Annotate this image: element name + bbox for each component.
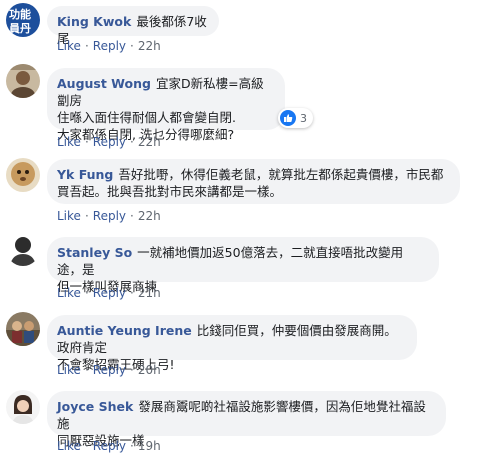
reply-link[interactable]: Reply: [93, 39, 126, 53]
reaction-number: 3: [300, 111, 307, 125]
like-link[interactable]: Like: [57, 209, 81, 223]
comment-author[interactable]: Joyce Shek: [57, 399, 133, 414]
comment-stanley-so: Stanley So 一就補地價加返50億落去，二就直接唔批改變用途，是 但一樣叫…: [0, 230, 490, 308]
comment-bubble: Auntie Yeung Irene 比錢同佢買，仲要個價由發展商開。政府肯定 不…: [47, 315, 417, 372]
avatar-stanley-so[interactable]: [6, 232, 40, 266]
comment-author[interactable]: King Kwok: [57, 14, 131, 29]
avatar-king-kwok[interactable]: 功能 員丹: [6, 3, 40, 37]
like-link[interactable]: Like: [57, 286, 81, 300]
reply-link[interactable]: Reply: [93, 209, 126, 223]
timestamp[interactable]: 22h: [138, 39, 161, 53]
comment-actions: Like · Reply · 22h: [57, 135, 161, 149]
comment-actions: Like · Reply · 22h: [57, 39, 161, 53]
avatar-august-wong[interactable]: [6, 64, 40, 98]
comment-joyce-shek: Joyce Shek 發展商鬻呢啲社福設施影響樓價，因為佢地覺社福設施 同厭惡設施…: [0, 384, 490, 455]
separator: ·: [84, 39, 89, 53]
separator: ·: [130, 209, 134, 223]
comment-text-line: 吾好批嘢，休得佢義老鼠，就算批左都係起貴價樓，市民都: [118, 167, 444, 182]
avatar-joyce-shek[interactable]: [6, 390, 40, 424]
avatar-yk-fung[interactable]: [6, 158, 40, 192]
separator: ·: [84, 363, 89, 377]
timestamp[interactable]: 22h: [138, 209, 161, 223]
separator: ·: [130, 286, 134, 300]
comment-auntie-yeung-irene: Auntie Yeung Irene 比錢同佢買，仲要個價由發展商開。政府肯定 不…: [0, 308, 490, 384]
comment-bubble: August Wong 宜家D新私樓=高級劏房 住喺入面住得耐個人都會變自閉. 大…: [47, 68, 285, 142]
comment-actions: Like · Reply · 22h: [57, 209, 161, 223]
svg-text:功能: 功能: [9, 7, 31, 21]
separator: ·: [130, 439, 134, 453]
separator: ·: [130, 39, 134, 53]
timestamp[interactable]: 22h: [138, 135, 161, 149]
separator: ·: [84, 209, 89, 223]
separator: ·: [130, 363, 134, 377]
comment-text-line: 買吾起。批與吾批對市民來講都是一樣。: [57, 184, 283, 199]
comment-actions: Like · Reply · 20h: [57, 363, 161, 377]
timestamp[interactable]: 21h: [138, 286, 161, 300]
comment-author[interactable]: Stanley So: [57, 245, 132, 260]
comment-august-wong: August Wong 宜家D新私樓=高級劏房 住喺入面住得耐個人都會變自閉. 大…: [0, 60, 490, 156]
like-link[interactable]: Like: [57, 439, 81, 453]
comment-text-line: 住喺入面住得耐個人都會變自閉.: [57, 110, 236, 125]
separator: ·: [84, 439, 89, 453]
separator: ·: [84, 286, 89, 300]
like-link[interactable]: Like: [57, 135, 81, 149]
comment-actions: Like · Reply · 19h: [57, 439, 161, 453]
comment-bubble: Stanley So 一就補地價加返50億落去，二就直接唔批改變用途，是 但一樣叫…: [47, 237, 439, 294]
timestamp[interactable]: 19h: [138, 439, 161, 453]
comment-king-kwok: 功能 員丹 King Kwok 最後都係7收尾 Like · Reply · 22h: [0, 0, 490, 60]
comment-yk-fung: Yk Fung 吾好批嘢，休得佢義老鼠，就算批左都係起貴價樓，市民都 買吾起。批與…: [0, 156, 490, 230]
comment-author[interactable]: Auntie Yeung Irene: [57, 323, 192, 338]
thumbs-up-icon: [280, 110, 296, 126]
like-link[interactable]: Like: [57, 39, 81, 53]
separator: ·: [84, 135, 89, 149]
timestamp[interactable]: 20h: [138, 363, 161, 377]
reply-link[interactable]: Reply: [93, 286, 126, 300]
comment-bubble: Yk Fung 吾好批嘢，休得佢義老鼠，就算批左都係起貴價樓，市民都 買吾起。批與…: [47, 159, 460, 204]
separator: ·: [130, 135, 134, 149]
reply-link[interactable]: Reply: [93, 439, 126, 453]
reaction-count[interactable]: 3: [278, 108, 313, 128]
reply-link[interactable]: Reply: [93, 135, 126, 149]
comment-actions: Like · Reply · 21h: [57, 286, 161, 300]
comment-author[interactable]: August Wong: [57, 76, 151, 91]
reply-link[interactable]: Reply: [93, 363, 126, 377]
comment-bubble: King Kwok 最後都係7收尾: [47, 6, 219, 46]
comment-author[interactable]: Yk Fung: [57, 167, 113, 182]
like-link[interactable]: Like: [57, 363, 81, 377]
avatar-auntie-yeung-irene[interactable]: [6, 312, 40, 346]
svg-text:員丹: 員丹: [8, 22, 31, 35]
comment-bubble: Joyce Shek 發展商鬻呢啲社福設施影響樓價，因為佢地覺社福設施 同厭惡設施…: [47, 391, 446, 448]
